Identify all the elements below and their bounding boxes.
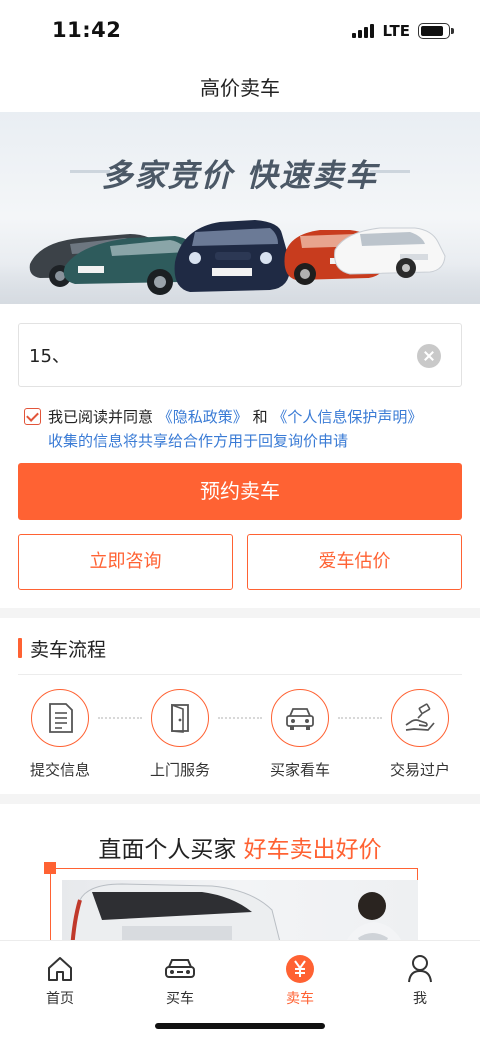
- car-navy: [174, 220, 291, 292]
- tab-label: 买车: [166, 991, 194, 1007]
- tab-me[interactable]: 我: [360, 953, 480, 1008]
- status-indicators: LTE: [352, 22, 454, 40]
- agreement-checkbox[interactable]: [24, 408, 41, 425]
- tab-bar: 首页 买车 卖车 我: [0, 940, 480, 1039]
- page-title: 高价卖车: [200, 76, 280, 100]
- document-icon: [31, 689, 89, 747]
- process-heading-text: 卖车流程: [30, 638, 107, 661]
- agreement-note: 收集的信息将共享给合作方用于回复询价申请: [48, 432, 349, 450]
- step-label: 买家看车: [269, 761, 330, 779]
- car-icon: [120, 953, 240, 985]
- agreement-prefix: 我已阅读并同意: [48, 408, 154, 426]
- agreement-text: 我已阅读并同意 《隐私政策》 和 《个人信息保护声明》: [48, 405, 422, 429]
- step-label: 提交信息: [29, 761, 90, 779]
- tab-label: 我: [413, 991, 427, 1007]
- cars-illustration: [29, 220, 446, 295]
- yen-icon: [240, 953, 360, 985]
- battery-icon: [418, 23, 454, 39]
- door-icon: [151, 689, 209, 747]
- estimate-button[interactable]: 爱车估价: [247, 534, 462, 590]
- phone-input[interactable]: [29, 324, 409, 386]
- consult-button[interactable]: 立即咨询: [18, 534, 233, 590]
- promo-banner[interactable]: 多家竞价 快速卖车: [0, 112, 480, 304]
- promo-corner-mark: [44, 862, 56, 874]
- privacy-policy-link[interactable]: 《隐私政策》: [158, 408, 248, 426]
- promo-title: 直面个人买家 好车卖出好价: [0, 830, 480, 864]
- home-icon: [0, 953, 120, 985]
- tab-label: 卖车: [286, 991, 314, 1007]
- tab-label: 首页: [46, 991, 74, 1007]
- process-heading: 卖车流程: [18, 636, 107, 661]
- promo-title-plain: 直面个人买家: [98, 837, 237, 863]
- personal-info-link[interactable]: 《个人信息保护声明》: [272, 408, 422, 426]
- section-divider: [0, 608, 480, 618]
- handshake-key-icon: [391, 689, 449, 747]
- heading-accent-bar: [18, 638, 22, 658]
- network-type: LTE: [382, 22, 410, 40]
- banner-headline: 多家竞价 快速卖车: [0, 150, 480, 195]
- step-label: 上门服务: [149, 761, 210, 779]
- process-step: 上门服务: [132, 689, 228, 780]
- car-front-icon: [271, 689, 329, 747]
- clear-icon[interactable]: [417, 344, 441, 368]
- status-bar: 11:42 LTE: [0, 0, 480, 62]
- process-step: 提交信息: [12, 689, 108, 780]
- phone-input-container: [18, 323, 462, 387]
- process-step: 交易过户: [372, 689, 468, 780]
- tab-sell-car[interactable]: 卖车: [240, 953, 360, 1008]
- tab-buy-car[interactable]: 买车: [120, 953, 240, 1008]
- heading-divider: [18, 674, 462, 675]
- user-icon: [360, 953, 480, 985]
- book-sell-button[interactable]: 预约卖车: [18, 463, 462, 520]
- signal-icon: [352, 24, 375, 38]
- promo-title-highlight: 好车卖出好价: [243, 837, 382, 863]
- status-time: 11:42: [52, 18, 122, 42]
- process-step: 买家看车: [252, 689, 348, 780]
- home-indicator: [155, 1023, 325, 1029]
- agreement-conjunction: 和: [252, 408, 268, 426]
- car-white: [334, 227, 446, 278]
- step-label: 交易过户: [389, 761, 450, 779]
- tab-home[interactable]: 首页: [0, 953, 120, 1008]
- section-divider: [0, 794, 480, 804]
